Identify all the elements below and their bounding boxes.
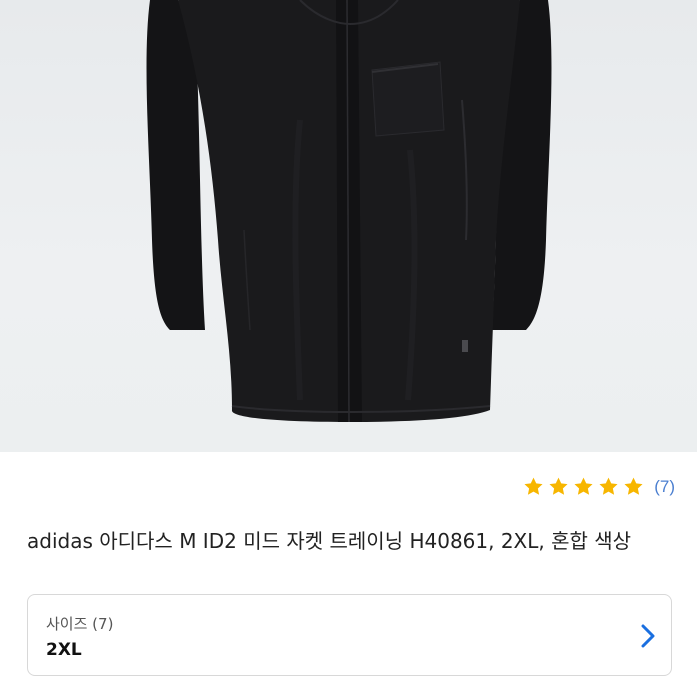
size-option-selector[interactable]: 사이즈 (7) 2XL [27,594,672,676]
star-icon [624,477,643,495]
star-icon [549,477,568,495]
product-title: adidas 아디다스 M ID2 미드 자켓 트레이닝 H40861, 2XL… [27,529,632,553]
rating-row[interactable]: (7) [523,476,675,497]
star-icon [574,477,593,495]
review-count[interactable]: (7) [654,477,675,497]
jacket-image-icon [146,0,552,423]
product-detail-page: (7) adidas 아디다스 M ID2 미드 자켓 트레이닝 H40861,… [0,0,697,697]
star-icon [599,477,618,495]
product-image[interactable] [0,0,697,452]
chevron-right-icon[interactable] [639,623,657,649]
option-value: 2XL [46,640,82,660]
option-label: 사이즈 (7) [46,615,114,633]
star-icon [524,477,543,495]
